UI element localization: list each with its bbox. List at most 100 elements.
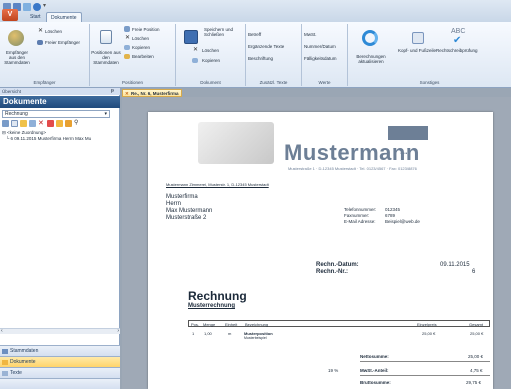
documents-title: Dokumente	[0, 96, 120, 108]
freie-position-button[interactable]: Freie Position	[132, 27, 160, 32]
recipient-address: Musterfirma Herrn Max Mustermann Musters…	[166, 194, 212, 222]
invoice-heading: Rechnung	[188, 289, 247, 303]
export-icon[interactable]	[65, 120, 72, 127]
delete-icon: ✕	[38, 28, 44, 34]
mwst-button[interactable]: MwSt.	[304, 32, 317, 37]
positionen-bearbeiten-button[interactable]: Bearbeiten	[132, 54, 154, 59]
copy-icon	[124, 45, 130, 50]
mwst-rate: 19 %	[328, 368, 339, 373]
panel-header: Übersicht	[0, 88, 120, 95]
faelligkeitsdatum-button[interactable]: Fälligkeitsdatum	[304, 56, 337, 61]
cell-einzelpreis: 25,00 €	[422, 331, 436, 336]
chevron-down-icon: ▾	[104, 111, 107, 117]
group-zusaetzl-texte: Betreff Ergänzende Texte Beschriftung Zu…	[246, 24, 302, 86]
sender-line: Mustermann Zimmerei, Musterstr. 1, D-123…	[166, 182, 269, 187]
panel-toolbar: ✕ ⚲	[2, 120, 118, 128]
new-icon[interactable]	[2, 120, 9, 127]
folder-icon[interactable]	[20, 120, 27, 127]
document-icon[interactable]	[11, 120, 18, 127]
group-positionen: Positionen aus den Stammdaten Freie Posi…	[90, 24, 176, 86]
documents-icon	[2, 360, 8, 365]
positionen-stammdaten-button[interactable]: Positionen aus den Stammdaten	[90, 50, 122, 65]
brutto-label: Bruttosumme:	[360, 380, 391, 385]
recipient-line: Max Mustermann	[166, 208, 213, 214]
invoice-subheading: Musterrechnung	[188, 303, 236, 309]
pdf-icon[interactable]	[47, 120, 54, 127]
group-sonstiges: Berechnungen aktualisieren Kopf- und Fuß…	[348, 24, 511, 86]
table-header: Pos. Menge Einheit Bezeichnung Einzelpre…	[188, 320, 490, 327]
ribbon: Empfänger aus den Stammdaten ✕ Löschen F…	[0, 22, 511, 88]
tab-close-icon[interactable]: ✕	[125, 90, 129, 97]
tab-dokumente[interactable]: Dokumente	[46, 12, 82, 22]
document-tab[interactable]: ✕ Re., Nr. 6, Musterfirma	[122, 89, 182, 97]
contact-value: Beispiel@web.de	[385, 219, 420, 224]
find-icon[interactable]: ⚲	[74, 120, 81, 127]
recipient-line: Herrn	[166, 201, 182, 207]
recipient-line: Musterfirma	[166, 194, 198, 200]
invoice-date-label: Rechn.-Datum:	[316, 262, 359, 268]
col-header: Gesamt	[469, 322, 484, 327]
cell-einheit: m	[228, 331, 232, 336]
divider	[360, 361, 490, 362]
cell-gesamt: 25,00 €	[470, 331, 484, 336]
beschriftung-button[interactable]: Beschriftung	[248, 56, 273, 61]
group-werte: MwSt. Nummer/Datum Fälligkeitsdatum Wert…	[302, 24, 348, 86]
group-label: Zusätzl. Texte	[259, 80, 288, 85]
tab-start[interactable]: Start	[26, 12, 45, 22]
help-icon[interactable]	[33, 3, 41, 11]
positionen-loeschen-button[interactable]: Löschen	[132, 36, 149, 41]
delete-icon: ✕	[193, 47, 199, 53]
nav-dokumente[interactable]: Dokumente	[0, 356, 120, 367]
application-menu-button[interactable]: V	[2, 9, 18, 21]
copy-icon	[192, 58, 198, 63]
logo-dots: ...	[400, 146, 408, 156]
nav-label: Dokumente	[10, 359, 36, 365]
cell-menge: 1,00	[204, 331, 212, 336]
logo-subline: Musterstraße 1 · D-12345 Musterstadt · T…	[288, 166, 417, 171]
empfaenger-stammdaten-button[interactable]: Empfänger aus den Stammdaten	[2, 50, 32, 65]
invoice-number-label: Rechn.-Nr.:	[316, 269, 349, 275]
nav-label: Stammdaten	[10, 348, 39, 354]
col-header: Bezeichnung	[245, 322, 269, 327]
speichern-schliessen-button[interactable]: Speichern und Schließen	[204, 27, 246, 37]
master-data-icon	[2, 349, 8, 354]
horizontal-scrollbar[interactable]: ‹ ›	[0, 328, 120, 334]
title-bar: ▾ V Start Dokumente	[0, 0, 511, 22]
document-tab-label: Re., Nr. 6, Musterfirma	[131, 91, 179, 96]
qat-dropdown-icon[interactable]: ▾	[43, 3, 48, 11]
document-tree: ⊟ <keine Zuordnung> └ 6 09.11.2015 Muste…	[2, 130, 118, 142]
nummer-datum-button[interactable]: Nummer/Datum	[304, 44, 336, 49]
refresh-icon[interactable]	[23, 3, 31, 11]
copy-icon[interactable]	[29, 120, 36, 127]
invoice-page: Mustermann ... Musterstraße 1 · D-12345 …	[148, 112, 493, 389]
check-icon: ✔	[453, 35, 462, 46]
rechtschreibpruefung-button[interactable]: Rechtschreibprüfung	[436, 48, 478, 53]
dokument-kopieren-button[interactable]: Kopieren	[202, 58, 220, 63]
nav-texte[interactable]: Texte	[0, 367, 120, 378]
tree-label: 6 09.11.2015 Musterfirma Herrn Max Mu	[10, 136, 92, 141]
delete-icon[interactable]: ✕	[38, 120, 45, 127]
document-type-select[interactable]: Rechnung ▾	[2, 110, 110, 118]
cell-pos: 1	[192, 331, 195, 336]
nav-stammdaten[interactable]: Stammdaten	[0, 345, 120, 356]
scroll-right-icon[interactable]: ›	[117, 328, 119, 334]
mail-icon[interactable]	[56, 120, 63, 127]
brutto-value: 29,75 €	[466, 380, 482, 385]
col-header: Pos.	[191, 322, 200, 327]
nav-more[interactable]	[0, 378, 120, 389]
scroll-left-icon[interactable]: ‹	[1, 328, 3, 334]
positionen-kopieren-button[interactable]: Kopieren	[132, 45, 150, 50]
group-dokument: Speichern und Schließen ✕ Löschen Kopier…	[176, 24, 246, 86]
cell-bezeichnung-detail: Musterbeispiel	[244, 336, 267, 340]
tree-node-document[interactable]: └ 6 09.11.2015 Musterfirma Herrn Max Mu	[2, 136, 118, 142]
pin-icon[interactable]: ᵽ	[111, 88, 114, 94]
invoice-date-value: 09.11.2015	[440, 262, 470, 268]
ergaenzende-texte-button[interactable]: Ergänzende Texte	[248, 44, 284, 49]
kopf-fusszeile-button[interactable]: Kopf- und Fußzeile	[398, 48, 436, 53]
dokument-loeschen-button[interactable]: Löschen	[202, 48, 219, 53]
berechnungen-aktualisieren-button[interactable]: Berechnungen aktualisieren	[350, 54, 392, 64]
freier-empfaenger-button[interactable]: Freier Empfänger	[45, 40, 80, 45]
mwst-value: 4,75 €	[470, 368, 483, 373]
betreff-button[interactable]: Betreff	[248, 32, 261, 37]
empfaenger-loeschen-button[interactable]: Löschen	[45, 29, 62, 34]
